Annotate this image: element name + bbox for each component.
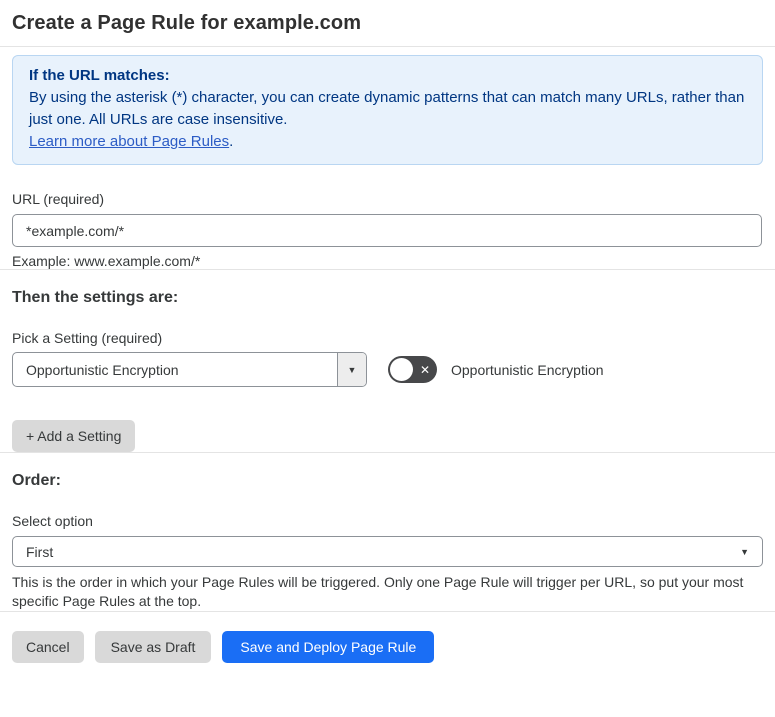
select-option-label: Select option [12,513,93,529]
setting-dropdown-value: Opportunistic Encryption [26,361,179,378]
toggle-knob [390,358,413,381]
settings-heading: Then the settings are: [12,289,179,306]
chevron-down-icon: ▼ [740,546,749,557]
cancel-button[interactable]: Cancel [12,631,84,663]
order-select[interactable]: First ▼ [12,536,763,567]
url-matches-info-box: If the URL matches: By using the asteris… [12,55,763,165]
setting-row: Opportunistic Encryption ▼ ✕ Opportunist… [12,352,763,387]
link-suffix: . [229,133,234,150]
toggle-label: Opportunistic Encryption [451,361,604,378]
info-box-body: By using the asterisk (*) character, you… [29,89,745,128]
footer-actions: Cancel Save as Draft Save and Deploy Pag… [12,631,763,663]
section-divider [0,269,775,270]
page-title: Create a Page Rule for example.com [12,12,362,34]
opportunistic-encryption-toggle[interactable]: ✕ [388,356,437,383]
info-box-link-line: Learn more about Page Rules. [29,131,746,153]
url-label: URL (required) [12,191,105,207]
footer-divider [0,611,775,612]
save-as-draft-button[interactable]: Save as Draft [94,631,212,663]
learn-more-link[interactable]: Learn more about Page Rules [29,133,229,150]
info-box-heading: If the URL matches: [29,67,170,84]
section-divider [0,452,775,453]
url-input[interactable] [12,214,762,247]
save-and-deploy-button[interactable]: Save and Deploy Page Rule [222,631,435,663]
add-setting-button[interactable]: + Add a Setting [12,420,136,452]
chevron-down-icon[interactable]: ▼ [337,353,366,386]
header-divider [0,46,775,47]
order-select-value: First [26,543,54,560]
url-example-text: Example: www.example.com/* [12,253,201,269]
toggle-off-x-icon: ✕ [419,362,431,377]
create-page-rule-form: Create a Page Rule for example.com If th… [0,0,775,678]
pick-setting-label: Pick a Setting (required) [12,330,163,346]
order-helper-text: This is the order in which your Page Rul… [12,574,744,609]
setting-dropdown[interactable]: Opportunistic Encryption ▼ [12,352,367,387]
order-heading: Order: [12,472,61,489]
